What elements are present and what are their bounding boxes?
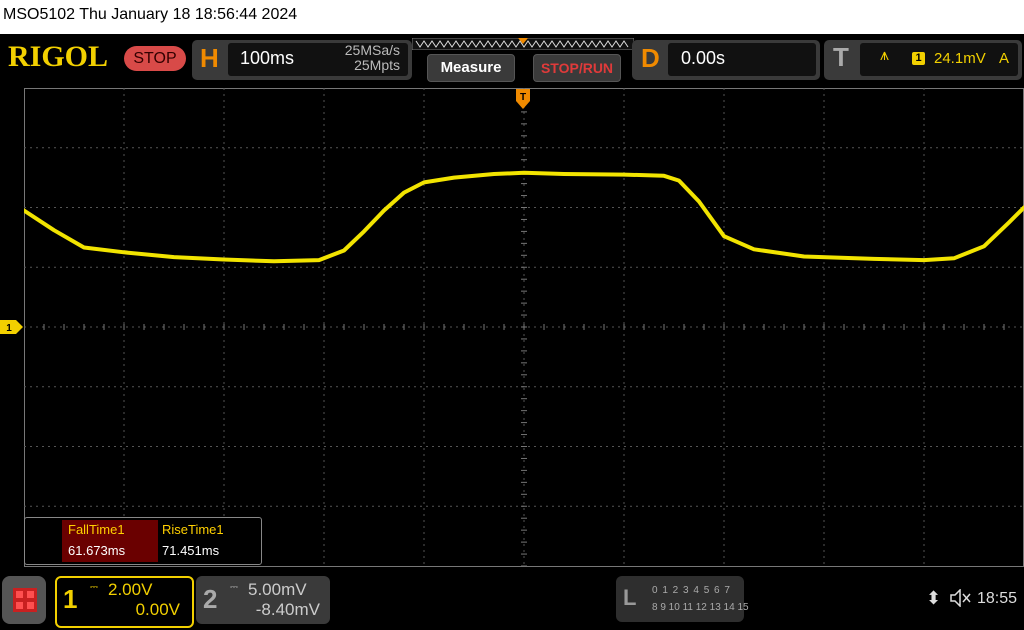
delay-value: 0.00s [681, 48, 726, 68]
delay-letter: D [641, 43, 660, 73]
trigger-level: 24.1mV [934, 50, 986, 67]
trigger-mode: A [999, 50, 1010, 67]
ch1-label: 1 [63, 584, 78, 614]
ch1-offset-marker[interactable]: 1 [0, 320, 24, 334]
ch2-scale: 5.00mV [248, 580, 307, 599]
trigger-letter: T [833, 42, 849, 72]
rise-time-value: 71.451ms [162, 543, 220, 558]
stop-run-button[interactable]: STOP/RUN [533, 54, 621, 82]
ch2-offset: -8.40mV [255, 600, 320, 619]
grid-menu-icon [13, 588, 37, 612]
rise-time-label: RiseTime1 [162, 522, 224, 537]
dc-coupling-icon: ⎓ [90, 582, 98, 593]
dc-coupling-icon: ⎓ [230, 582, 238, 593]
sample-rate: 25MSa/s [344, 42, 400, 58]
horizontal-letter: H [200, 43, 219, 73]
logic-channels-row1: 0 1 2 3 4 5 6 7 [652, 585, 731, 596]
rigol-logo: RIGOL [8, 40, 109, 73]
clock: 18:55 [977, 590, 1018, 607]
measure-button[interactable]: Measure [427, 54, 515, 82]
trigger-marker-label: T [520, 92, 526, 103]
memory-position-strip [412, 38, 634, 50]
trigger-source-badge: 1 [912, 52, 925, 65]
timebase-value: 100ms [240, 48, 295, 68]
usb-icon[interactable]: ⬍ [926, 588, 941, 609]
trigger-position-marker[interactable]: T [515, 88, 531, 110]
graticule [24, 88, 1024, 567]
ch1-scale: 2.00V [108, 580, 153, 599]
logic-channels-row2: 8 9 10 11 12 13 14 15 [652, 602, 749, 613]
speaker-muted-icon[interactable] [950, 589, 972, 607]
fall-time-value: 61.673ms [62, 540, 158, 562]
device-title: MSO5102 Thu January 18 18:56:44 2024 [3, 6, 298, 23]
rising-edge-icon: ⩚ [880, 47, 890, 64]
ch2-label: 2 [203, 584, 218, 614]
run-state-badge[interactable]: STOP [124, 46, 186, 71]
ch1-trace [24, 170, 1024, 264]
waveform-display[interactable] [24, 88, 1024, 567]
fall-time-label: FallTime1 [62, 520, 158, 540]
ch1-marker-label: 1 [6, 323, 12, 334]
ch1-offset: 0.00V [135, 600, 180, 619]
memory-depth: 25Mpts [354, 57, 400, 73]
logic-letter: L [623, 585, 637, 610]
